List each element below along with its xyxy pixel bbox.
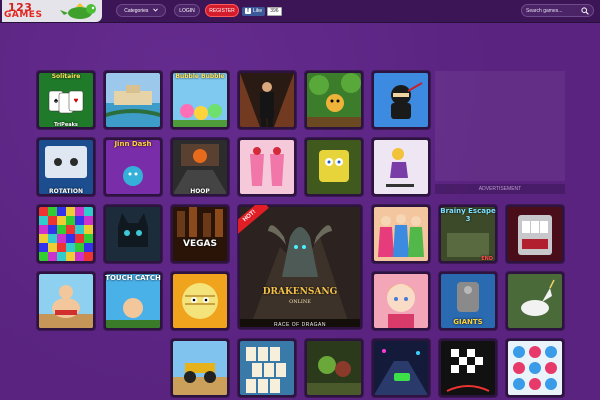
advertisement-slot <box>435 71 565 181</box>
categories-dropdown[interactable]: Categories <box>116 4 166 17</box>
game-tile-sponge[interactable] <box>305 138 363 196</box>
game-tile-goblins[interactable] <box>305 339 363 397</box>
game-tile-smoothies[interactable] <box>238 138 296 196</box>
game-tile-chess[interactable] <box>439 339 497 397</box>
pills-thumbnail <box>508 341 562 395</box>
sumo-thumbnail <box>39 274 93 328</box>
svg-text:♥: ♥ <box>74 96 79 105</box>
game-tile-jungle[interactable] <box>305 71 363 129</box>
facebook-like-button[interactable]: f Like <box>242 6 266 16</box>
mummy-thumbnail <box>173 274 227 328</box>
game-tile-solitaire[interactable]: ♥ ♠ Solitaire TriPeaks <box>37 71 95 129</box>
game-tile-atv[interactable] <box>171 339 229 397</box>
facebook-like-count: 396 <box>267 6 282 16</box>
facebook-like-widget: f Like 396 <box>242 6 282 16</box>
game-title: HOOP <box>190 188 210 195</box>
game-tile-doll[interactable] <box>372 272 430 330</box>
logo-word: GAMES <box>4 10 43 20</box>
game-tile-touch-catch[interactable]: TOUCH CATCH <box>104 272 162 330</box>
ninja-thumbnail <box>374 73 428 127</box>
touch-catch-thumbnail <box>106 274 160 328</box>
login-button[interactable]: LOGIN <box>174 4 200 17</box>
game-tile-ninja[interactable] <box>372 71 430 129</box>
register-button[interactable]: REGISTER <box>205 4 239 17</box>
game-tile-mummy[interactable] <box>171 272 229 330</box>
game-title: DRAKENSANG <box>262 287 338 297</box>
game-tile-giants[interactable]: GIANTS <box>439 272 497 330</box>
girls-thumbnail <box>374 207 428 261</box>
game-subtitle: ONLINE <box>289 299 311 305</box>
game-tile-unicorn[interactable] <box>506 272 564 330</box>
solitaire-thumbnail: ♥ ♠ <box>39 73 93 127</box>
doll-thumbnail <box>374 274 428 328</box>
search-icon[interactable] <box>581 7 589 15</box>
game-title: Solitaire <box>51 73 81 80</box>
top-bar: 123 GAMES Categories LOGIN REGISTER f Li… <box>0 0 600 23</box>
game-tile-hoop[interactable]: HOOP <box>171 138 229 196</box>
game-title: GIANTS <box>453 318 483 326</box>
game-tile-pills[interactable] <box>506 339 564 397</box>
cat-thumbnail <box>106 207 160 261</box>
game-caption: RACE OF DRAGAN <box>273 322 326 328</box>
game-tile-skater[interactable] <box>372 138 430 196</box>
agent-thumbnail <box>240 73 294 127</box>
game-subtitle: TriPeaks <box>54 122 78 128</box>
game-tile-blocks[interactable] <box>37 205 95 263</box>
drakensang-thumbnail <box>240 207 360 327</box>
site-logo[interactable]: 123 GAMES <box>2 0 102 22</box>
categories-label: Categories <box>124 8 149 14</box>
game-tile-agent[interactable] <box>238 71 296 129</box>
resort-thumbnail <box>106 73 160 127</box>
game-tile-brainy-escape[interactable]: Brainy Escape 3 END <box>439 205 497 263</box>
smoothies-thumbnail <box>240 140 294 194</box>
slot-machine-thumbnail <box>508 207 562 261</box>
atv-thumbnail <box>173 341 227 395</box>
game-tile-jinn-dash[interactable]: Jinn Dash <box>104 138 162 196</box>
game-tile-rotation[interactable]: ROTATION <box>37 138 95 196</box>
skater-thumbnail <box>374 140 428 194</box>
game-title: VEGAS <box>183 239 217 249</box>
game-tile-slots[interactable] <box>506 205 564 263</box>
game-tile-mahjong[interactable] <box>238 339 296 397</box>
advertisement-label: ADVERTISEMENT <box>435 184 565 194</box>
racer-thumbnail <box>374 341 428 395</box>
checkered-flag-thumbnail <box>441 341 495 395</box>
rotation-thumbnail <box>39 140 93 194</box>
game-title: Bubble Bubble <box>175 73 225 80</box>
vegas-thumbnail <box>173 207 227 261</box>
mahjong-thumbnail <box>240 341 294 395</box>
game-tile-girls[interactable] <box>372 205 430 263</box>
hoop-thumbnail <box>173 140 227 194</box>
search-input[interactable] <box>526 6 578 15</box>
featured-game-drakensang[interactable]: HOT! DRAKENSANG ONLINE RACE OF DRAGAN <box>238 205 362 329</box>
goblins-thumbnail <box>307 341 361 395</box>
dragon-mascot-icon <box>60 3 96 19</box>
game-title: ROTATION <box>49 188 83 195</box>
unicorn-thumbnail <box>508 274 562 328</box>
jungle-thumbnail <box>307 73 361 127</box>
game-tile-sumo[interactable] <box>37 272 95 330</box>
game-tile-cat[interactable] <box>104 205 162 263</box>
game-tile-racer[interactable] <box>372 339 430 397</box>
game-tile-resort[interactable] <box>104 71 162 129</box>
sponge-thumbnail <box>307 140 361 194</box>
game-title: Jinn Dash <box>114 140 152 148</box>
game-tile-vegas[interactable]: VEGAS <box>171 205 229 263</box>
facebook-icon: f <box>245 8 251 14</box>
facebook-like-label: Like <box>253 7 263 14</box>
blocks-thumbnail <box>39 207 93 261</box>
game-tile-bubble-bubble[interactable]: Bubble Bubble <box>171 71 229 129</box>
bubble-bubble-thumbnail <box>173 73 227 127</box>
jinn-dash-thumbnail <box>106 140 160 194</box>
search-box <box>521 4 594 17</box>
game-title: Brainy Escape 3 <box>440 207 496 223</box>
game-title: TOUCH CATCH <box>105 274 161 282</box>
chevron-down-icon <box>152 8 158 12</box>
end-badge: END <box>481 256 493 262</box>
